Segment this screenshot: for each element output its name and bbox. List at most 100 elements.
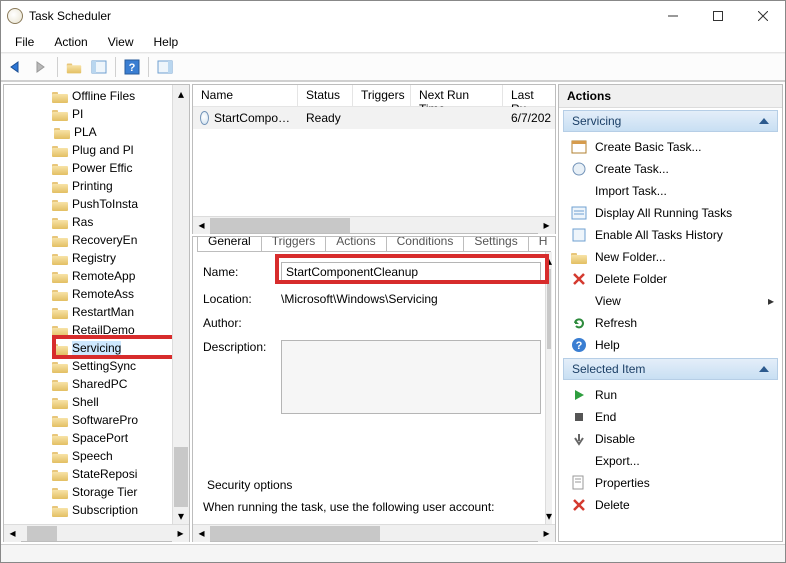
svg-text:?: ? <box>576 340 583 352</box>
action-item[interactable]: Create Task... <box>561 158 780 180</box>
task-name-field[interactable] <box>281 262 541 282</box>
x-icon <box>571 271 587 287</box>
run-icon <box>571 387 587 403</box>
action-item[interactable]: ?Help <box>561 334 780 356</box>
up-button[interactable] <box>63 56 85 78</box>
tree-item[interactable]: Shell <box>52 393 189 411</box>
col-next[interactable]: Next Run Time <box>411 85 503 106</box>
tree-item[interactable]: StateReposi <box>52 465 189 483</box>
tree-label: SharedPC <box>72 377 127 391</box>
col-name[interactable]: Name <box>193 85 298 106</box>
tree-item[interactable]: SettingSync <box>52 357 189 375</box>
menu-help[interactable]: Help <box>144 33 189 51</box>
blank <box>571 293 587 309</box>
tree-item[interactable]: Storage Tier <box>52 483 189 501</box>
task-detail-pane: General Triggers Actions Conditions Sett… <box>192 236 556 542</box>
folder-icon <box>52 396 68 409</box>
horizontal-scrollbar[interactable]: ◂▸ <box>193 524 555 541</box>
folder-icon <box>52 108 68 121</box>
tree-item[interactable]: RemoteAss <box>52 285 189 303</box>
close-button[interactable] <box>740 2 785 30</box>
action-item[interactable]: Create Basic Task... <box>561 136 780 158</box>
task-row[interactable]: StartCompo… Ready 6/7/202 <box>193 107 555 129</box>
tree-item[interactable]: Servicing <box>52 339 189 357</box>
help-toolbar-button[interactable]: ? <box>121 56 143 78</box>
tree-item[interactable]: Offline Files <box>52 87 189 105</box>
tree-label: Shell <box>72 395 99 409</box>
tree-item[interactable]: Ras <box>52 213 189 231</box>
tree-item[interactable]: RestartMan <box>52 303 189 321</box>
action-item[interactable]: Properties <box>561 472 780 494</box>
show-hide-console-button[interactable] <box>88 56 110 78</box>
action-item[interactable]: Display All Running Tasks <box>561 202 780 224</box>
tab-history[interactable]: H <box>528 237 555 251</box>
minimize-button[interactable] <box>650 2 695 30</box>
vertical-scrollbar[interactable]: ▴▾ <box>545 252 552 524</box>
tree-item[interactable]: Registry <box>52 249 189 267</box>
tree-item[interactable]: ▷PLA <box>52 123 189 141</box>
task-last: 6/7/202 <box>503 111 555 125</box>
tree-item[interactable]: RemoteApp <box>52 267 189 285</box>
action-item[interactable]: New Folder... <box>561 246 780 268</box>
menu-action[interactable]: Action <box>44 33 97 51</box>
action-label: Export... <box>595 454 640 468</box>
back-button[interactable] <box>5 56 27 78</box>
tab-general[interactable]: General <box>197 237 262 251</box>
tree-item[interactable]: SoftwarePro <box>52 411 189 429</box>
show-hide-action-button[interactable] <box>154 56 176 78</box>
tab-settings[interactable]: Settings <box>463 237 528 251</box>
actions-section-header[interactable]: Servicing <box>563 110 778 132</box>
action-item[interactable]: View▸ <box>561 290 780 312</box>
location-value: \Microsoft\Windows\Servicing <box>281 292 438 306</box>
maximize-button[interactable] <box>695 2 740 30</box>
tree-item[interactable]: RecoveryEn <box>52 231 189 249</box>
action-label: Run <box>595 388 617 402</box>
action-item[interactable]: End <box>561 406 780 428</box>
action-item[interactable]: Delete <box>561 494 780 516</box>
action-item[interactable]: Export... <box>561 450 780 472</box>
tree-item[interactable]: SpacePort <box>52 429 189 447</box>
folder-icon <box>52 180 68 193</box>
tab-triggers[interactable]: Triggers <box>261 237 327 251</box>
tree-item[interactable]: Power Effic <box>52 159 189 177</box>
col-status[interactable]: Status <box>298 85 353 106</box>
folder-icon <box>52 450 68 463</box>
tree-item[interactable]: Subscription <box>52 501 189 519</box>
tab-actions[interactable]: Actions <box>325 237 386 251</box>
title-bar[interactable]: Task Scheduler <box>1 1 785 31</box>
action-item[interactable]: Enable All Tasks History <box>561 224 780 246</box>
action-item[interactable]: Delete Folder <box>561 268 780 290</box>
folder-icon <box>52 234 68 247</box>
menu-view[interactable]: View <box>98 33 144 51</box>
task-list-header[interactable]: Name Status Triggers Next Run Time Last … <box>193 85 555 107</box>
action-label: Create Task... <box>595 162 669 176</box>
action-item[interactable]: Import Task... <box>561 180 780 202</box>
action-item[interactable]: Run <box>561 384 780 406</box>
horizontal-scrollbar[interactable]: ◂▸ <box>193 216 555 233</box>
tree-item[interactable]: Printing <box>52 177 189 195</box>
disable-icon <box>571 431 587 447</box>
description-field[interactable] <box>281 340 541 414</box>
actions-section-header[interactable]: Selected Item <box>563 358 778 380</box>
menu-file[interactable]: File <box>5 33 44 51</box>
folder-tree[interactable]: Offline FilesPI▷PLAPlug and Pl Power Effi… <box>4 85 189 521</box>
horizontal-scrollbar[interactable]: ◂▸ <box>4 524 189 541</box>
tree-item[interactable]: RetailDemo <box>52 321 189 339</box>
tab-conditions[interactable]: Conditions <box>386 237 465 251</box>
vertical-scrollbar[interactable]: ▴▾ <box>172 85 189 524</box>
tree-item[interactable]: Plug and Pl <box>52 141 189 159</box>
tree-item[interactable]: SharedPC <box>52 375 189 393</box>
tree-item[interactable]: Speech <box>52 447 189 465</box>
tree-label: Power Effic <box>72 161 132 175</box>
forward-button[interactable] <box>30 56 52 78</box>
col-triggers[interactable]: Triggers <box>353 85 411 106</box>
tree-item[interactable]: PI <box>52 105 189 123</box>
action-item[interactable]: Disable <box>561 428 780 450</box>
tree-item[interactable]: PushToInsta <box>52 195 189 213</box>
refresh-icon <box>571 315 587 331</box>
col-last[interactable]: Last Ru <box>503 85 555 106</box>
action-item[interactable]: Refresh <box>561 312 780 334</box>
tree-label: Printing <box>72 179 113 193</box>
folder-icon <box>52 468 68 481</box>
folder-icon <box>52 216 68 229</box>
